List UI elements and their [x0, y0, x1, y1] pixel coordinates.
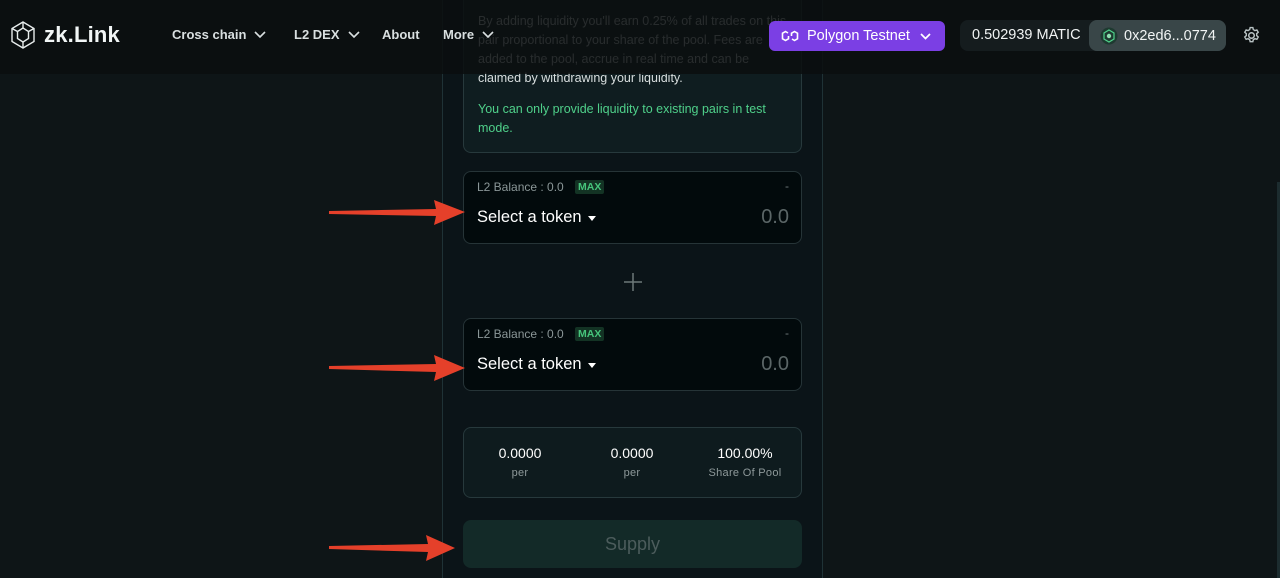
nav-l2-dex-label: L2 DEX — [294, 27, 340, 42]
share-of-pool-stat: 100.00% Share Of Pool — [690, 445, 800, 479]
price-label: per — [623, 467, 641, 479]
nav-cross-chain-label: Cross chain — [172, 27, 247, 42]
nav-cross-chain[interactable]: Cross chain — [172, 27, 266, 42]
nav-more-label: More — [443, 27, 475, 42]
plus-icon — [624, 273, 642, 291]
logo-text: zk.Link — [44, 22, 120, 47]
annotation-arrow — [329, 355, 465, 381]
wallet-address: 0x2ed6...0774 — [1124, 27, 1216, 44]
top-navbar: zk.Link Cross chain L2 DEX About More Po… — [0, 0, 1280, 74]
nav-l2-dex[interactable]: L2 DEX — [294, 27, 360, 42]
chevron-down-icon — [254, 30, 266, 38]
price-stat: 0.0000 per — [465, 445, 575, 479]
amount-input[interactable] — [669, 206, 789, 229]
share-of-pool-value: 100.00% — [717, 445, 773, 461]
nav-about[interactable]: About — [382, 27, 420, 42]
token-input-a: L2 Balance : 0.0 MAX - Select a token — [463, 171, 802, 244]
chevron-down-icon — [920, 32, 931, 40]
share-of-pool-label: Share Of Pool — [708, 467, 782, 479]
nav-more[interactable]: More — [443, 27, 494, 42]
caret-down-icon — [587, 216, 596, 221]
price-value: 0.0000 — [498, 445, 542, 461]
price-label: per — [511, 467, 529, 479]
account-avatar-icon — [1100, 27, 1118, 44]
price-stat: 0.0000 per — [577, 445, 687, 479]
nav-about-label: About — [382, 27, 420, 42]
annotation-arrow — [329, 200, 465, 225]
token-input-b: L2 Balance : 0.0 MAX - Select a token — [463, 318, 802, 391]
select-token-button[interactable]: Select a token — [477, 208, 596, 227]
amount-input[interactable] — [669, 353, 789, 376]
select-token-button[interactable]: Select a token — [477, 355, 596, 374]
annotation-arrow — [329, 535, 455, 561]
test-mode-note: You can only provide liquidity to existi… — [478, 102, 766, 135]
logo[interactable]: zk.Link — [8, 20, 120, 50]
select-token-label: Select a token — [477, 355, 582, 373]
gear-icon[interactable] — [1242, 26, 1261, 45]
l2-balance-label: L2 Balance : 0.0 — [477, 180, 564, 194]
wallet-address-button[interactable]: 0x2ed6...0774 — [1089, 20, 1226, 51]
chevron-down-icon — [482, 30, 494, 38]
max-button[interactable]: MAX — [575, 327, 605, 341]
chevron-down-icon — [347, 30, 360, 38]
max-button[interactable]: MAX — [575, 180, 605, 194]
polygon-icon — [781, 30, 799, 42]
wallet-balance: 0.502939 MATIC — [972, 27, 1081, 43]
usd-value: - — [785, 179, 789, 193]
l2-balance-label: L2 Balance : 0.0 — [477, 327, 564, 341]
network-selector-button[interactable]: Polygon Testnet — [769, 21, 945, 51]
zklink-logo-icon — [11, 21, 35, 49]
supply-button[interactable]: Supply — [463, 520, 802, 568]
network-name: Polygon Testnet — [807, 28, 910, 44]
select-token-label: Select a token — [477, 208, 582, 226]
usd-value: - — [785, 326, 789, 340]
caret-down-icon — [587, 363, 596, 368]
price-value: 0.0000 — [610, 445, 654, 461]
pool-share-summary: 0.0000 per 0.0000 per 100.00% Share Of P… — [463, 427, 802, 498]
